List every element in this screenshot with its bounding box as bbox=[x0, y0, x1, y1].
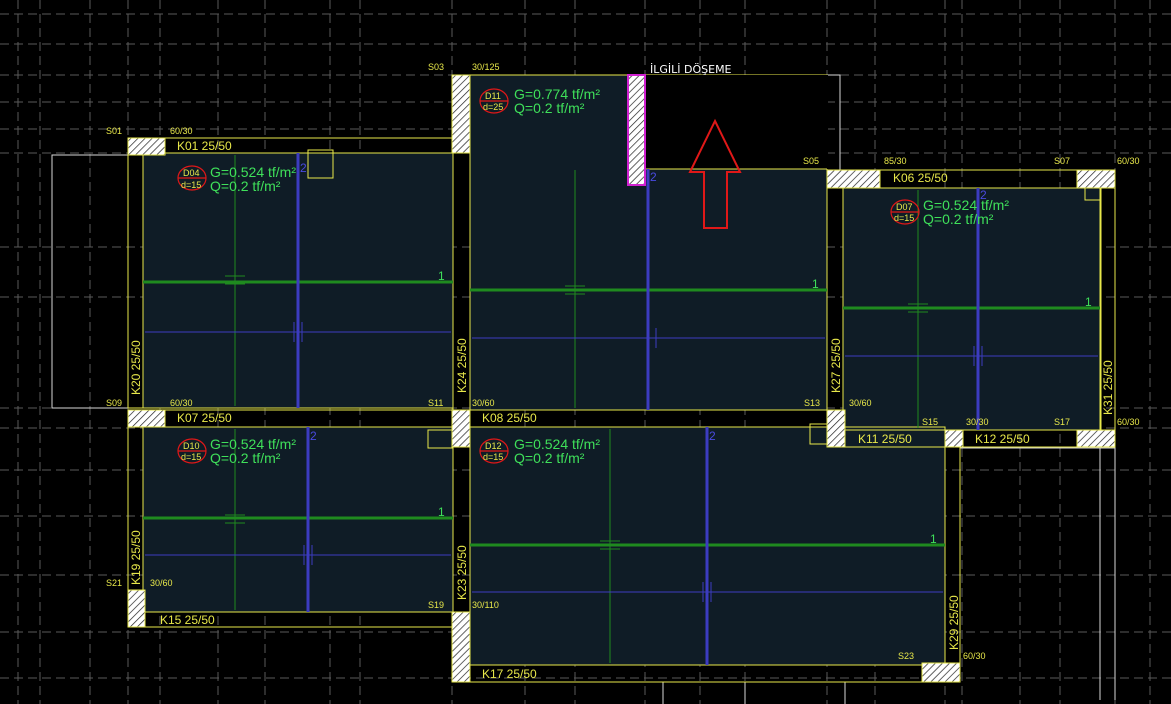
beam-label-k08[interactable]: K08 25/50 bbox=[482, 411, 537, 425]
beam-label-k11[interactable]: K11 25/50 bbox=[858, 432, 912, 446]
dir1-mark: 1 bbox=[1085, 295, 1092, 309]
column-dim: 30/60 bbox=[849, 398, 872, 408]
beam-label-k27[interactable]: K27 25/50 bbox=[829, 338, 843, 393]
column-label: S05 bbox=[803, 156, 819, 166]
column-s15[interactable] bbox=[944, 429, 964, 448]
column-label: S09 bbox=[106, 398, 122, 408]
dir2-mark: 2 bbox=[709, 429, 716, 443]
dir1-mark: 1 bbox=[812, 277, 819, 291]
load-q-d10: Q=0.2 tf/m² bbox=[210, 450, 281, 466]
dir2-mark: 2 bbox=[980, 188, 987, 202]
column-s19[interactable] bbox=[451, 611, 471, 683]
column-label: S17 bbox=[1054, 417, 1070, 427]
column-dim: 85/30 bbox=[884, 156, 907, 166]
column-s11[interactable] bbox=[451, 409, 471, 448]
column-label: S15 bbox=[922, 417, 938, 427]
beam-label-k17[interactable]: K17 25/50 bbox=[482, 667, 537, 681]
column-s13[interactable] bbox=[826, 409, 846, 448]
column-dim: 30/125 bbox=[472, 62, 500, 72]
callout-label: İLGİLİ DÖŞEME bbox=[650, 63, 732, 76]
column-dim: 30/60 bbox=[150, 578, 173, 588]
slab-thickness-d07: d=15 bbox=[894, 213, 914, 223]
selected-wall[interactable] bbox=[627, 74, 646, 186]
slab-id-d04: D04 bbox=[183, 168, 200, 178]
beam-label-k01[interactable]: K01 25/50 bbox=[177, 139, 232, 153]
column-dim: 60/30 bbox=[1117, 417, 1140, 427]
dir2-mark: 2 bbox=[650, 170, 657, 184]
column-label: S19 bbox=[428, 600, 444, 610]
column-label: S23 bbox=[898, 651, 914, 661]
slab-id-d12: D12 bbox=[485, 441, 502, 451]
slab-thickness-d04: d=15 bbox=[181, 180, 201, 190]
floor-plan-canvas[interactable]: İLGİLİ DÖŞEME S01 S03 S05 S07 S09 S11 S1… bbox=[0, 0, 1171, 704]
column-s09[interactable] bbox=[127, 409, 166, 428]
dir1-mark: 1 bbox=[438, 505, 445, 519]
column-dim: 30/60 bbox=[472, 398, 495, 408]
column-dim: 60/30 bbox=[170, 126, 193, 136]
column-dim: 60/30 bbox=[1117, 156, 1140, 166]
beam-label-k20[interactable]: K20 25/50 bbox=[129, 340, 143, 395]
dir1-mark: 1 bbox=[930, 532, 937, 546]
dir1-mark: 1 bbox=[438, 269, 445, 283]
load-q-d04: Q=0.2 tf/m² bbox=[210, 178, 281, 194]
slab-id-d07: D07 bbox=[896, 202, 913, 212]
column-s21[interactable] bbox=[127, 589, 146, 628]
dir2-mark: 2 bbox=[300, 161, 307, 175]
beam-label-k24[interactable]: K24 25/50 bbox=[455, 338, 469, 393]
beam-label-k29[interactable]: K29 25/50 bbox=[947, 595, 961, 650]
column-label: S21 bbox=[106, 578, 122, 588]
load-q-d12: Q=0.2 tf/m² bbox=[514, 450, 585, 466]
slab-id-d10: D10 bbox=[183, 441, 200, 451]
beam-label-k06[interactable]: K06 25/50 bbox=[893, 171, 948, 185]
column-s07[interactable] bbox=[1076, 169, 1116, 189]
beam-label-k07[interactable]: K07 25/50 bbox=[177, 411, 232, 425]
load-q-d11: Q=0.2 tf/m² bbox=[514, 100, 585, 116]
slab-thickness-d12: d=15 bbox=[483, 452, 503, 462]
load-q-d07: Q=0.2 tf/m² bbox=[923, 211, 994, 227]
column-label: S01 bbox=[106, 126, 122, 136]
slab-id-d11: D11 bbox=[485, 91, 501, 101]
beam-label-k23[interactable]: K23 25/50 bbox=[455, 545, 469, 600]
column-s01[interactable] bbox=[127, 137, 166, 156]
column-s03[interactable] bbox=[451, 74, 471, 154]
column-label: S11 bbox=[428, 398, 443, 408]
beam-label-k19[interactable]: K19 25/50 bbox=[129, 530, 143, 585]
column-dim: 30/30 bbox=[966, 417, 989, 427]
column-label: S03 bbox=[428, 62, 444, 72]
beam-label-k15[interactable]: K15 25/50 bbox=[160, 613, 215, 627]
column-dim: 60/30 bbox=[963, 651, 986, 661]
column-s05[interactable] bbox=[826, 169, 881, 189]
column-s17[interactable] bbox=[1076, 429, 1116, 448]
beam-label-k12[interactable]: K12 25/50 bbox=[975, 432, 1030, 446]
column-s23[interactable] bbox=[921, 662, 961, 683]
column-dim: 60/30 bbox=[170, 398, 193, 408]
dir2-mark: 2 bbox=[310, 429, 317, 443]
column-dim: 30/110 bbox=[472, 600, 499, 610]
beam-label-k31[interactable]: K31 25/50 bbox=[1101, 360, 1115, 415]
column-label: S13 bbox=[804, 398, 820, 408]
column-label: S07 bbox=[1054, 156, 1070, 166]
slab-thickness-d11: d=25 bbox=[483, 102, 503, 112]
slab-thickness-d10: d=15 bbox=[181, 452, 201, 462]
